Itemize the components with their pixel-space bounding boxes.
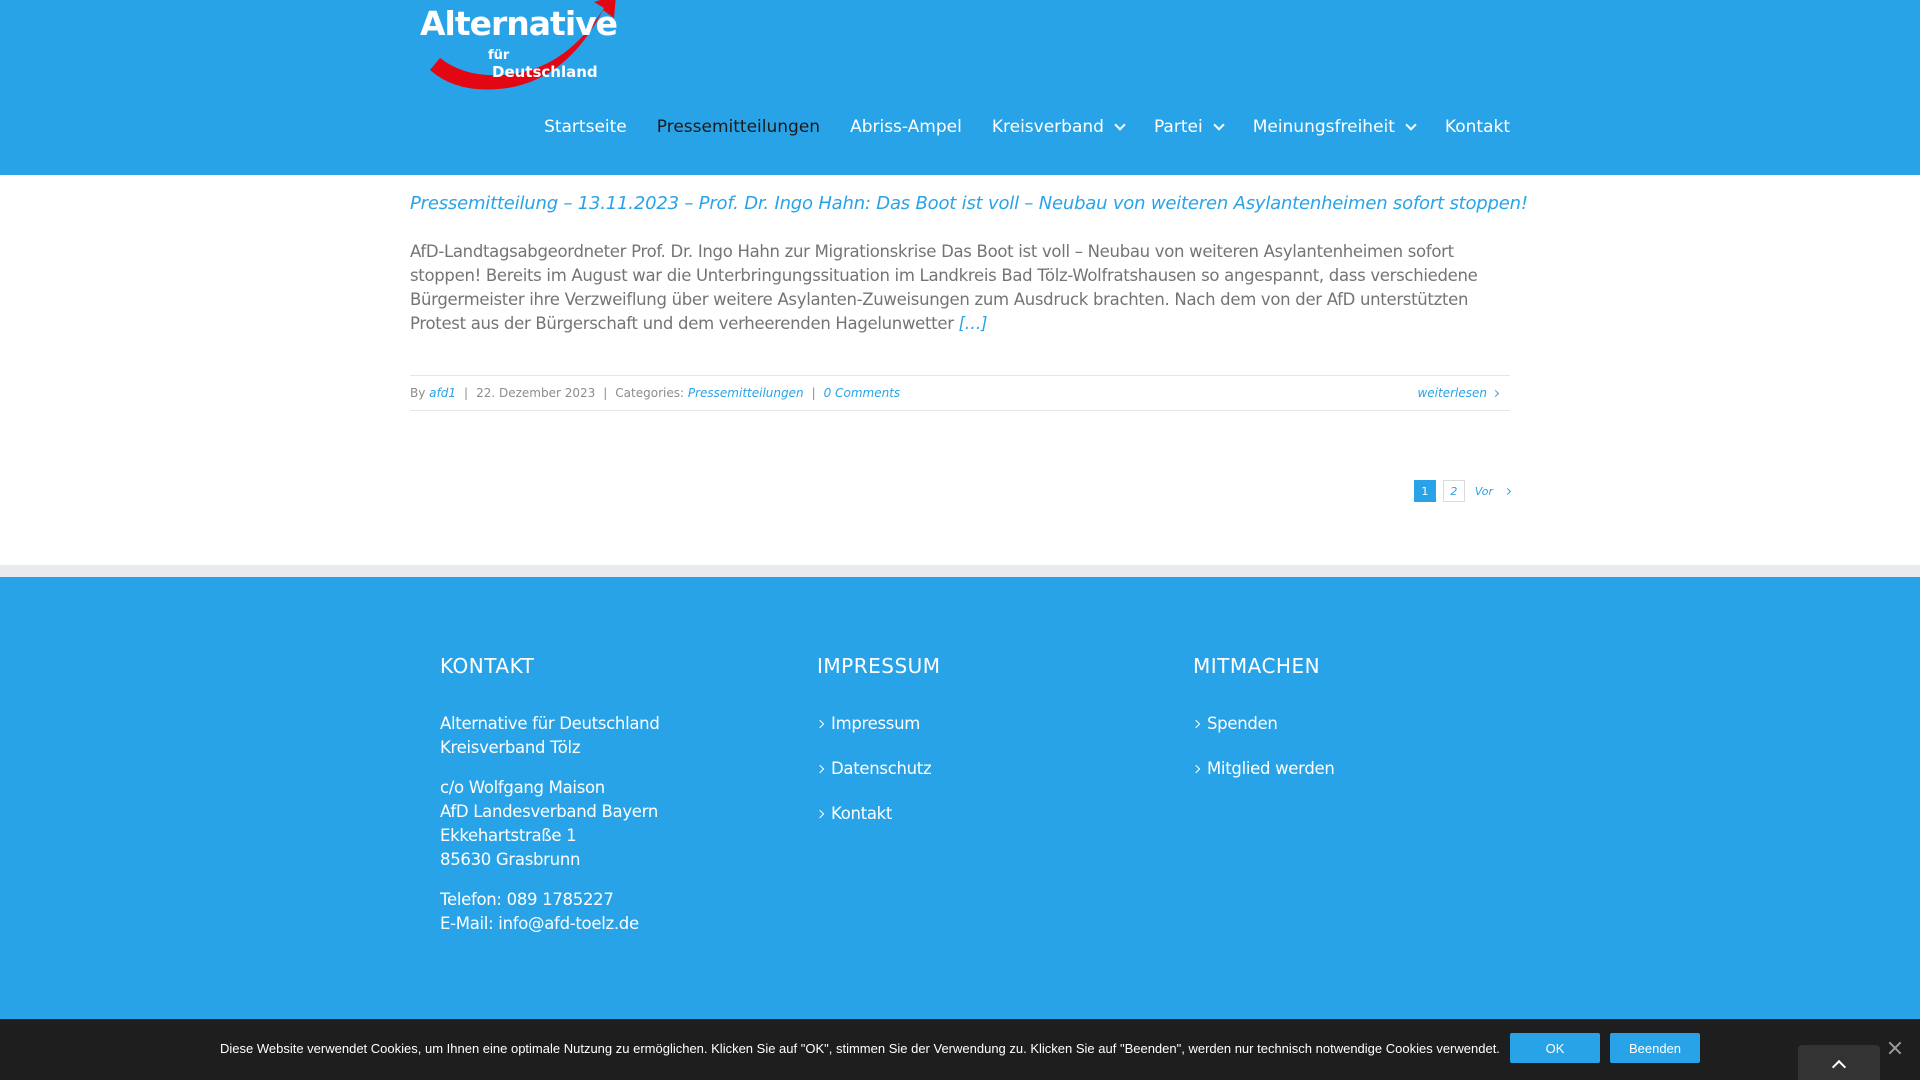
logo-text-alternative: Alternative [420,4,618,43]
nav-item-startseite[interactable]: Startseite [544,117,627,137]
chevron-right-icon [1191,764,1201,774]
nav-item-abriss-ampel[interactable]: Abriss-Ampel [850,117,962,137]
footer-address-line: 85630 Grasbrunn [440,850,581,869]
footer-heading-mitmachen: MITMACHEN [1193,654,1321,678]
footer-col-kontakt: KONTAKT Alternative für Deutschland Krei… [440,654,660,952]
cookie-text: Diese Website verwendet Cookies, um Ihne… [220,1041,1500,1056]
footer-org-line: Alternative für Deutschland [440,714,660,733]
footer-heading-kontakt: KONTAKT [440,654,535,678]
meta-date: 22. Dezember 2023 [476,386,596,400]
meta-comments-link[interactable]: 0 Comments [824,386,901,400]
footer-col-impressum: IMPRESSUM Impressum Datenschutz Kontakt [815,654,941,847]
site-header: Alternative für Deutschland Startseite P… [0,0,1920,175]
footer-address: c/o Wolfgang Maison AfD Landesverband Ba… [440,776,660,872]
site-logo[interactable]: Alternative für Deutschland [418,0,618,92]
footer-link-spenden[interactable]: Spenden [1191,712,1335,736]
site-footer: KONTAKT Alternative für Deutschland Krei… [0,577,1920,1020]
footer-divider [0,565,1920,577]
footer-link-kontakt[interactable]: Kontakt [815,802,941,826]
meta-author-link[interactable]: afd1 [429,386,456,400]
chevron-right-icon [1491,389,1500,398]
footer-link-label: Datenschutz [831,759,932,778]
cookie-notice: Diese Website verwendet Cookies, um Ihne… [0,1019,1920,1080]
footer-link-label: Spenden [1207,714,1278,733]
nav-item-pressemitteilungen[interactable]: Pressemitteilungen [657,117,820,137]
footer-org-line: Kreisverband Tölz [440,738,581,757]
meta-separator: | [603,386,608,400]
footer-link-impressum[interactable]: Impressum [815,712,941,736]
footer-link-label: Impressum [831,714,921,733]
nav-item-meinungsfreiheit[interactable]: Meinungsfreiheit [1252,117,1417,137]
footer-link-datenschutz[interactable]: Datenschutz [815,757,941,781]
cookie-beenden-button[interactable]: Beenden [1610,1033,1700,1063]
nav-label: Kreisverband [991,117,1104,137]
footer-email[interactable]: E-Mail: info@afd-toelz.de [440,912,660,936]
excerpt-more-link[interactable]: […] [959,314,988,333]
nav-label: Partei [1153,117,1203,137]
next-page-link[interactable]: Vor [1474,484,1512,498]
footer-address-line: c/o Wolfgang Maison [440,778,605,797]
pagination: 1 2 Vor [1407,480,1512,502]
chevron-right-icon [1191,719,1201,729]
post-meta-bar: By afd1 | 22. Dezember 2023 | Categories… [410,375,1510,411]
footer-heading-impressum: IMPRESSUM [817,654,941,678]
nav-item-partei[interactable]: Partei [1153,117,1225,137]
chevron-right-icon [815,719,825,729]
chevron-up-icon [1831,1059,1847,1075]
post-title-link[interactable]: Pressemitteilung – 13.11.2023 – Prof. Dr… [410,193,1528,214]
post-excerpt: AfD-Landtagsabgeordneter Prof. Dr. Ingo … [410,240,1510,336]
chevron-right-icon [815,764,825,774]
next-page-label: Vor [1474,484,1493,498]
meta-separator: | [464,386,469,400]
nav-label: Pressemitteilungen [656,117,821,137]
nav-item-kontakt[interactable]: Kontakt [1445,117,1510,137]
footer-link-mitglied-werden[interactable]: Mitglied werden [1191,757,1335,781]
chevron-down-icon [1405,118,1417,131]
nav-label: Kontakt [1444,117,1510,137]
read-more-link[interactable]: weiterlesen [1417,386,1500,400]
page-2-button[interactable]: 2 [1442,480,1465,502]
page-1-button[interactable]: 1 [1413,480,1436,502]
post-excerpt-text: AfD-Landtagsabgeordneter Prof. Dr. Ingo … [410,242,1478,333]
footer-contact-info: Telefon: 089 1785227 E-Mail: info@afd-to… [440,888,660,936]
footer-col-mitmachen: MITMACHEN Spenden Mitglied werden [1191,654,1335,802]
meta-category-link[interactable]: Pressemitteilungen [688,386,804,400]
chevron-down-icon [1114,118,1126,131]
close-icon[interactable] [1886,1039,1904,1057]
logo-text-fuer: für [488,48,510,63]
chevron-right-icon [815,809,825,819]
meta-categories-label: Categories: [615,386,685,400]
cookie-ok-button[interactable]: OK [1510,1033,1600,1063]
nav-label: Abriss-Ampel [850,117,962,137]
nav-label: Meinungsfreiheit [1252,117,1395,137]
read-more-label: weiterlesen [1417,386,1487,400]
nav-label: Startseite [544,117,627,137]
footer-address-line: AfD Landesverband Bayern [440,802,658,821]
logo-text-deutschland: Deutschland [492,63,598,81]
nav-item-kreisverband[interactable]: Kreisverband [991,117,1126,137]
meta-by-label: By [410,386,426,400]
chevron-right-icon [1503,487,1512,495]
footer-link-label: Mitglied werden [1207,759,1335,778]
chevron-down-icon [1213,118,1225,131]
footer-address-line: Ekkehartstraße 1 [440,826,577,845]
footer-link-label: Kontakt [831,804,893,823]
footer-org: Alternative für Deutschland Kreisverband… [440,712,660,760]
main-nav: Startseite Pressemitteilungen Abriss-Amp… [514,117,1510,137]
footer-phone: Telefon: 089 1785227 [440,890,614,909]
scroll-to-top-button[interactable] [1798,1045,1880,1080]
meta-separator: | [811,386,816,400]
